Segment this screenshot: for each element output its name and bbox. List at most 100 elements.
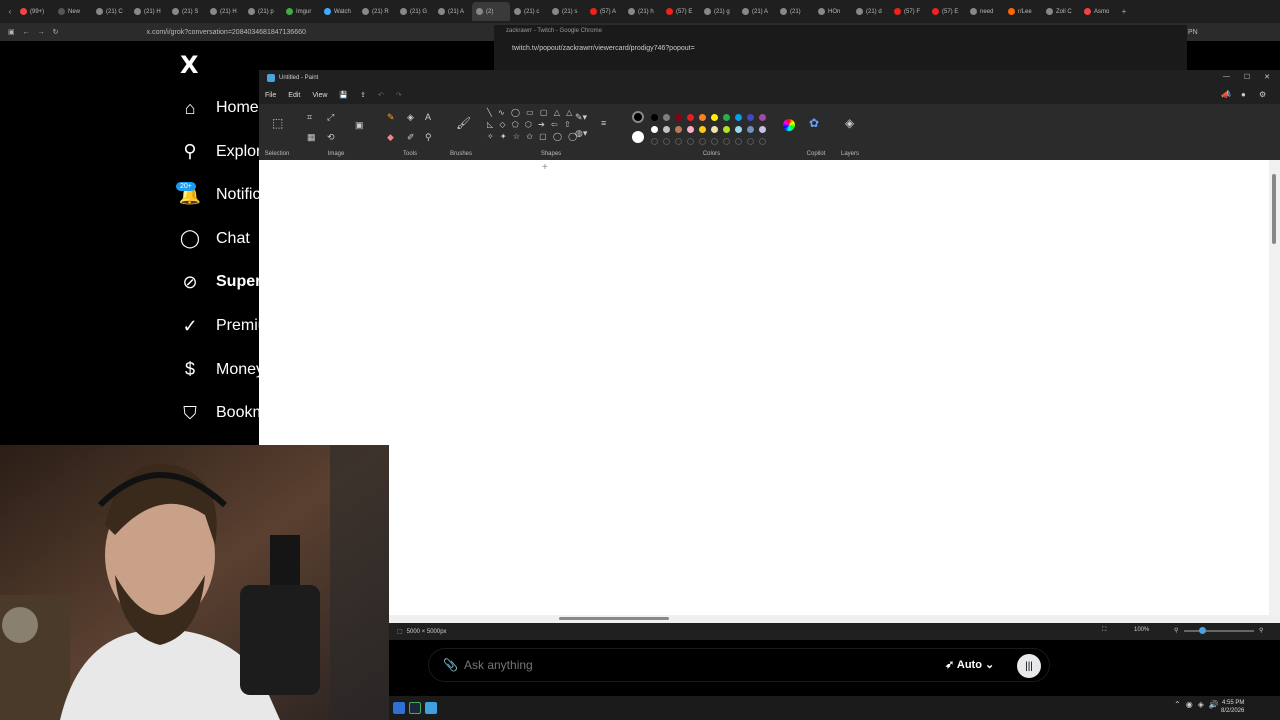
sidebar-toggle-icon[interactable]: ▣	[8, 28, 15, 36]
color-swatch[interactable]	[699, 126, 706, 133]
browser-tab[interactable]: (57) E	[928, 2, 966, 21]
color-swatch[interactable]	[735, 126, 742, 133]
nav-item-money[interactable]: $ Money	[180, 356, 264, 384]
background-remove-icon[interactable]: ▣	[355, 120, 364, 131]
edit-colors-button[interactable]	[783, 104, 799, 160]
primary-color-swatch[interactable]	[632, 111, 644, 123]
nav-item-premiu[interactable]: ✓ Premiu	[180, 312, 266, 340]
pencil-icon[interactable]: ✎	[387, 112, 395, 123]
vertical-scrollbar[interactable]	[1269, 160, 1280, 448]
tab-scroll-left-icon[interactable]: ‹	[4, 7, 16, 16]
magnifier-icon[interactable]: ⚲	[425, 132, 432, 143]
outline-icon[interactable]: ✎▾	[575, 112, 587, 123]
account-icon[interactable]: ●	[1241, 90, 1246, 99]
ask-placeholder[interactable]: Ask anything	[464, 658, 533, 672]
browser-tab[interactable]: Zoll C	[1042, 2, 1080, 21]
browser-tab[interactable]: Imgur	[282, 2, 320, 21]
custom-color-slot[interactable]	[759, 138, 766, 145]
close-icon[interactable]: ✕	[1264, 73, 1270, 81]
resize-icon[interactable]: ⤢	[327, 112, 334, 123]
browser-tab[interactable]: (2)	[472, 2, 510, 21]
color-swatch[interactable]	[687, 126, 694, 133]
minimize-icon[interactable]: —	[1223, 73, 1230, 81]
browser-tab[interactable]: (21) A	[434, 2, 472, 21]
redo-icon[interactable]: ↷	[396, 91, 402, 99]
eraser-icon[interactable]: ◆	[387, 132, 394, 143]
color-wheel-icon[interactable]	[783, 119, 795, 131]
brush-icon[interactable]: 🖌	[456, 116, 471, 130]
layers-icon[interactable]: ◈	[845, 116, 854, 130]
x-logo[interactable]: X	[180, 51, 199, 79]
browser-tab[interactable]: (21) g	[700, 2, 738, 21]
text-icon[interactable]: A	[425, 112, 431, 122]
new-tab-icon[interactable]: +	[1118, 7, 1130, 16]
copilot-icon[interactable]: ✿	[809, 116, 819, 130]
color-picker-icon[interactable]: ✐	[407, 132, 415, 143]
browser-tab[interactable]: (21) G	[396, 2, 434, 21]
ask-input[interactable]: 📎 Ask anything ➶ Auto ⌄ |||	[428, 648, 1050, 682]
attach-icon[interactable]: 📎	[443, 658, 458, 672]
reload-icon[interactable]: ↻	[53, 28, 59, 36]
custom-color-slot[interactable]	[711, 138, 718, 145]
size-icon[interactable]: ≡	[601, 118, 606, 128]
zoom-slider-knob[interactable]	[1199, 627, 1206, 634]
secondary-color-swatch[interactable]	[632, 131, 644, 143]
color-swatch[interactable]	[651, 114, 658, 121]
browser-tab[interactable]: (21) C	[92, 2, 130, 21]
browser-tab[interactable]: HOn	[814, 2, 852, 21]
color-swatch[interactable]	[687, 114, 694, 121]
color-swatch[interactable]	[747, 114, 754, 121]
mode-selector[interactable]: ➶ Auto ⌄	[945, 658, 994, 671]
browser-tab[interactable]: (21) H	[130, 2, 168, 21]
system-tray[interactable]: ⌃ ◉ ◈ 🔊	[1174, 700, 1219, 709]
profile-badge[interactable]: PN	[1188, 29, 1198, 36]
custom-color-slot[interactable]	[747, 138, 754, 145]
zoom-in-icon[interactable]: ⚲	[1259, 627, 1263, 634]
rotate-icon[interactable]: ⟲	[327, 132, 335, 143]
browser-tab[interactable]: (21) H	[206, 2, 244, 21]
browser-tab[interactable]: (57) E	[662, 2, 700, 21]
browser-tab[interactable]: (21) p	[244, 2, 282, 21]
paint-taskbar-icon[interactable]	[425, 702, 437, 714]
custom-color-slot[interactable]	[651, 138, 658, 145]
color-swatch[interactable]	[675, 114, 682, 121]
nav-item-bookm[interactable]: ⛉ Bookm	[180, 399, 266, 427]
volume-icon[interactable]: 🔊	[1209, 700, 1219, 709]
voice-mode-button[interactable]: |||	[1017, 654, 1041, 678]
color-swatch[interactable]	[711, 114, 718, 121]
browser-tab[interactable]: (21)	[776, 2, 814, 21]
crop-icon[interactable]: ⌗	[307, 112, 312, 123]
color-swatch[interactable]	[663, 114, 670, 121]
browser-tab[interactable]: r/Lee	[1004, 2, 1042, 21]
fill-shape-icon[interactable]: ◍▾	[575, 128, 587, 139]
paint-canvas[interactable]: +	[259, 160, 1269, 448]
url-field[interactable]: x.com/i/grok?conversation=20840346818471…	[147, 29, 306, 36]
settings-icon[interactable]: ⚙	[1259, 90, 1266, 99]
zoom-out-icon[interactable]: ⚲	[1174, 627, 1178, 634]
fit-to-window-icon[interactable]: ⛶	[1102, 627, 1106, 634]
layers-group[interactable]: ◈ Layers	[837, 104, 863, 160]
nav-item-super[interactable]: ⊘ Super	[180, 268, 261, 296]
share-icon[interactable]: ⇪	[360, 91, 366, 99]
custom-color-slot[interactable]	[687, 138, 694, 145]
browser-tab[interactable]: (21) A	[738, 2, 776, 21]
browser-tab[interactable]: (99+)	[16, 2, 54, 21]
browser-tab[interactable]: (21) S	[168, 2, 206, 21]
copilot-group[interactable]: ✿ Copilot	[803, 104, 829, 160]
custom-color-slot[interactable]	[723, 138, 730, 145]
color-swatch[interactable]	[711, 126, 718, 133]
custom-color-slot[interactable]	[663, 138, 670, 145]
browser-tab[interactable]: (57) F	[890, 2, 928, 21]
color-swatch[interactable]	[759, 126, 766, 133]
tray-app-icon[interactable]: ◉	[1186, 700, 1193, 709]
browser-tab[interactable]: (21) c	[510, 2, 548, 21]
color-swatch[interactable]	[735, 114, 742, 121]
back-icon[interactable]: ←	[23, 29, 30, 36]
selection-group[interactable]: ⬚ Selection	[261, 104, 293, 160]
image-select-icon[interactable]: ▦	[307, 132, 316, 143]
zoom-level[interactable]: 100%	[1134, 627, 1149, 633]
shapes-row-3-icon[interactable]: ✧ ✦ ☆ ✩ ▢ ◯ ◯	[487, 132, 579, 141]
shapes-row-2-icon[interactable]: ◺ ◇ ⬠ ⬡ ➔ ⇦ ⇧	[487, 120, 573, 129]
tray-chevron-icon[interactable]: ⌃	[1174, 700, 1181, 709]
brushes-group[interactable]: 🖌 Brushes	[445, 104, 477, 160]
